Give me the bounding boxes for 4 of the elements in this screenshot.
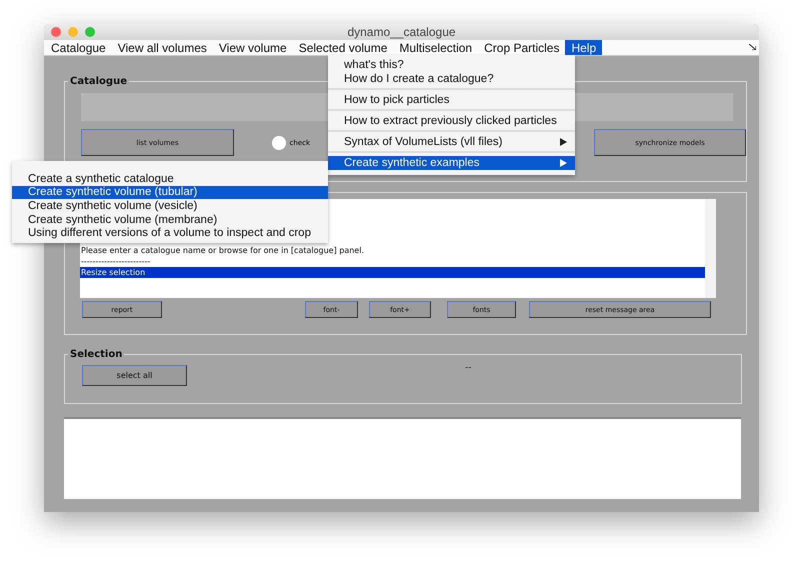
window-title: dynamo__catalogue	[346, 25, 457, 39]
panel-title: Catalogue	[68, 76, 129, 87]
selection-status: --	[465, 363, 472, 373]
panel-title: Selection	[68, 349, 124, 360]
